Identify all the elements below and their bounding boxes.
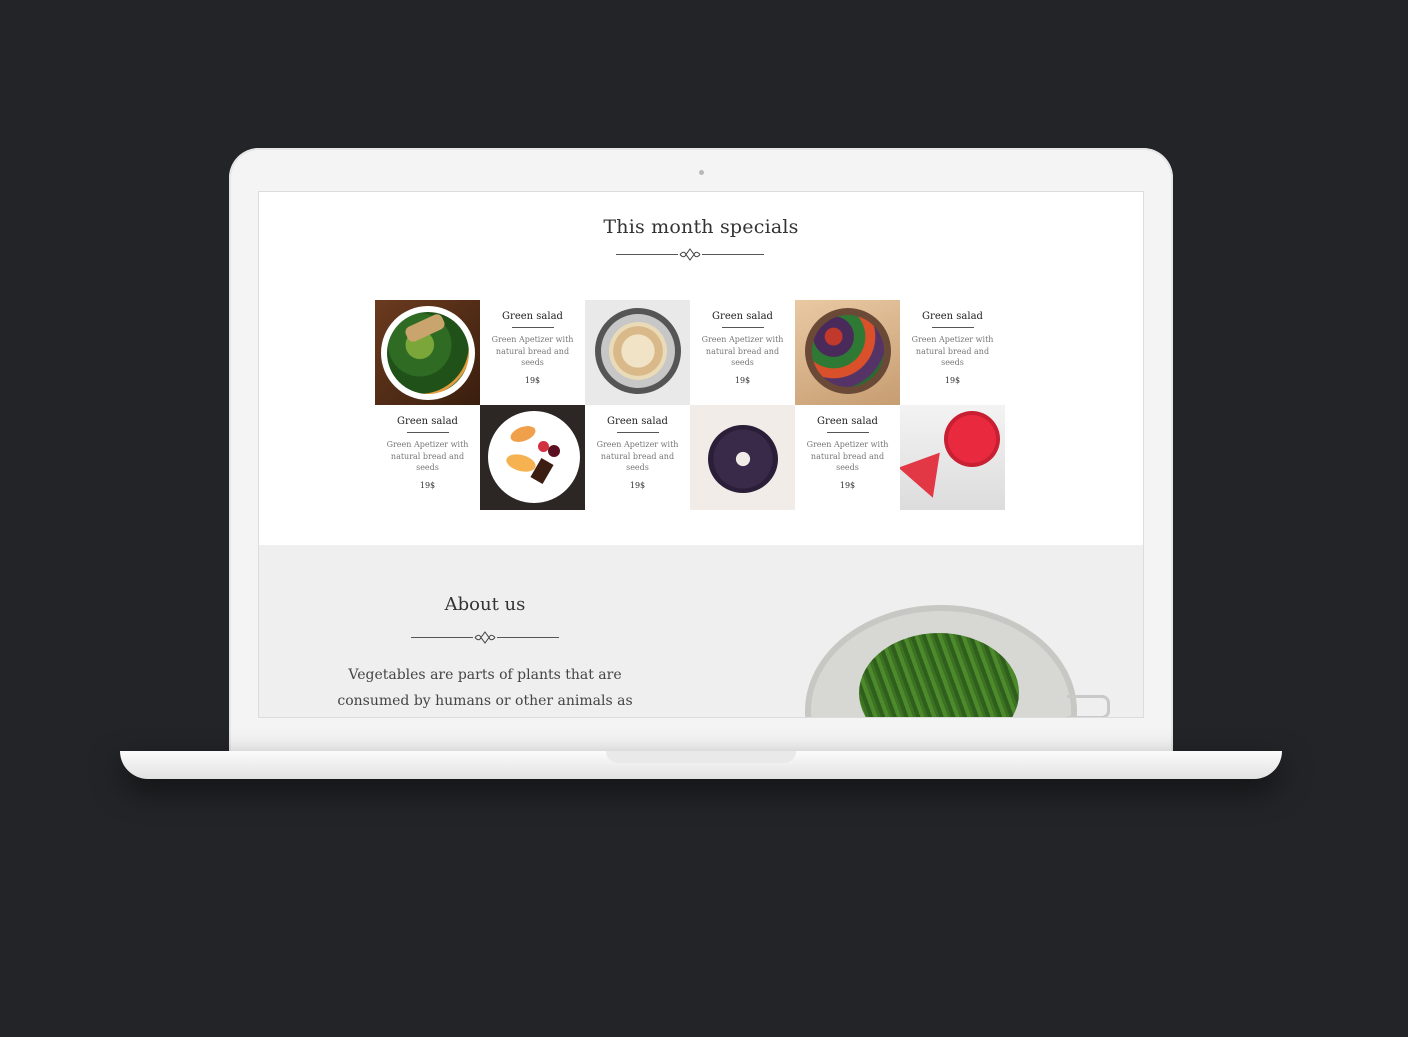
menu-card-desc: Green Apetizer with natural bread and se… <box>596 440 679 472</box>
laptop-lid: This month specials Green salad Green Ap… <box>229 148 1173 758</box>
menu-card-price: 19$ <box>524 375 541 385</box>
menu-card-name: Green salad <box>502 311 563 322</box>
about-text: Vegetables are parts of plants that are … <box>337 667 633 709</box>
menu-card-name: Green salad <box>397 416 458 427</box>
specials-grid: Green salad Green Apetizer with natural … <box>375 300 1005 510</box>
menu-card-price: 19$ <box>734 375 751 385</box>
specials-title: This month specials <box>603 216 799 238</box>
menu-card-price: 19$ <box>839 480 856 490</box>
menu-card-rule <box>406 432 449 433</box>
menu-card[interactable]: Green salad Green Apetizer with natural … <box>375 405 480 510</box>
menu-card-desc: Green Apetizer with natural bread and se… <box>491 335 574 367</box>
food-image-vegetable-bowl[interactable] <box>795 300 900 405</box>
menu-card[interactable]: Green salad Green Apetizer with natural … <box>795 405 900 510</box>
about-section: About us Vegetables are parts of plants … <box>259 545 1143 717</box>
laptop-notch <box>606 751 796 763</box>
menu-card[interactable]: Green salad Green Apetizer with natural … <box>900 300 1005 405</box>
menu-card-rule <box>616 432 659 433</box>
food-image-pasta[interactable] <box>585 300 690 405</box>
food-image-watermelon-drink[interactable] <box>900 405 1005 510</box>
about-ornament <box>411 631 559 645</box>
camera-dot <box>699 170 704 175</box>
menu-card[interactable]: Green salad Green Apetizer with natural … <box>585 405 690 510</box>
menu-card-name: Green salad <box>607 416 668 427</box>
menu-card-desc: Green Apetizer with natural bread and se… <box>806 440 889 472</box>
menu-card-desc: Green Apetizer with natural bread and se… <box>911 335 994 367</box>
menu-card-rule <box>721 327 764 328</box>
food-image-dessert-plate[interactable] <box>480 405 585 510</box>
menu-card-name: Green salad <box>817 416 878 427</box>
menu-card-price: 19$ <box>944 375 961 385</box>
specials-ornament <box>616 248 764 262</box>
menu-card[interactable]: Green salad Green Apetizer with natural … <box>480 300 585 405</box>
menu-card[interactable]: Green salad Green Apetizer with natural … <box>690 300 795 405</box>
food-image-donut[interactable] <box>690 405 795 510</box>
food-image-salad[interactable] <box>375 300 480 405</box>
laptop-screen: This month specials Green salad Green Ap… <box>258 191 1144 718</box>
colander-handle <box>1067 695 1110 717</box>
menu-card-rule <box>511 327 554 328</box>
laptop-base <box>120 751 1282 779</box>
menu-card-price: 19$ <box>629 480 646 490</box>
menu-card-rule <box>931 327 974 328</box>
menu-card-desc: Green Apetizer with natural bread and se… <box>701 335 784 367</box>
menu-card-name: Green salad <box>922 311 983 322</box>
about-title: About us <box>444 594 526 615</box>
menu-card-price: 19$ <box>419 480 436 490</box>
menu-card-name: Green salad <box>712 311 773 322</box>
menu-card-rule <box>826 432 869 433</box>
menu-card-desc: Green Apetizer with natural bread and se… <box>386 440 469 472</box>
